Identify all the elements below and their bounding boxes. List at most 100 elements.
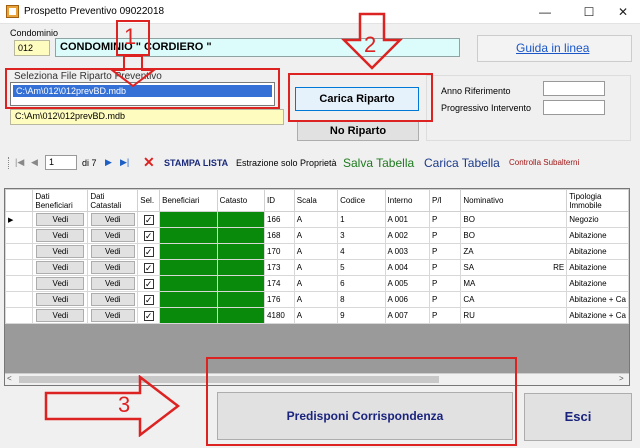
vedi-beneficiari-button[interactable]: Vedi <box>36 309 85 322</box>
tipologia-cell: Abitazione <box>566 275 629 292</box>
select-checkbox[interactable]: ✓ <box>143 278 154 289</box>
no-riparto-button[interactable]: No Riparto <box>297 121 419 141</box>
scala-cell: A <box>293 307 339 324</box>
vedi-catastali-button[interactable]: Vedi <box>90 309 135 322</box>
controlla-subalterni-button[interactable]: Controlla Subalterni <box>509 158 579 167</box>
close-button[interactable]: ✕ <box>608 0 638 24</box>
scala-cell: A <box>293 227 339 244</box>
table-row[interactable]: ▶ Vedi Vedi ✓ 166 A 1 A 001 P BO Negozio <box>5 211 629 228</box>
nominativo-text: RU <box>463 311 475 320</box>
col-sel[interactable]: Sel. <box>137 189 161 212</box>
esci-button[interactable]: Esci <box>524 393 632 441</box>
vedi-catastali-button[interactable]: Vedi <box>90 277 135 290</box>
codice-cell: 4 <box>337 243 386 260</box>
interno-cell: A 005 <box>384 275 430 292</box>
catasto-cell <box>216 211 266 228</box>
select-checkbox[interactable]: ✓ <box>143 230 154 241</box>
page-input[interactable]: 1 <box>45 155 77 170</box>
vedi-catastali-button[interactable]: Vedi <box>90 245 135 258</box>
last-page-icon[interactable]: ▶| <box>120 157 129 168</box>
sel-cell: ✓ <box>137 259 161 276</box>
select-checkbox[interactable]: ✓ <box>143 246 154 257</box>
vedi-beneficiari-button[interactable]: Vedi <box>36 213 85 226</box>
dati-catastali-cell: Vedi <box>87 259 139 276</box>
estrazione-button[interactable]: Estrazione solo Proprietà <box>236 158 337 168</box>
nominativo-text: BO <box>463 231 475 240</box>
col-scala[interactable]: Scala <box>293 189 339 212</box>
first-page-icon[interactable]: |◀ <box>15 157 24 168</box>
catasto-cell <box>216 227 266 244</box>
dati-beneficiari-cell: Vedi <box>32 259 89 276</box>
col-dati-catastali[interactable]: Dati Catastali <box>87 189 139 212</box>
stampa-lista-button[interactable]: STAMPA LISTA <box>164 158 228 168</box>
next-page-icon[interactable]: ▶ <box>105 157 112 168</box>
table-row[interactable]: Vedi Vedi ✓ 170 A 4 A 003 P ZA Abitazione <box>5 243 629 260</box>
prev-page-icon[interactable]: ◀ <box>31 157 38 168</box>
dati-beneficiari-cell: Vedi <box>32 227 89 244</box>
vedi-beneficiari-button[interactable]: Vedi <box>36 277 85 290</box>
sel-cell: ✓ <box>137 211 161 228</box>
codice-cell: 5 <box>337 259 386 276</box>
select-checkbox[interactable]: ✓ <box>143 294 154 305</box>
col-nominativo[interactable]: Nominativo <box>460 189 568 212</box>
vedi-beneficiari-button[interactable]: Vedi <box>36 261 85 274</box>
vedi-beneficiari-button[interactable]: Vedi <box>36 293 85 306</box>
scroll-right-icon[interactable]: > <box>619 374 624 383</box>
row-selector[interactable] <box>5 227 34 244</box>
col-dati-beneficiari[interactable]: Dati Beneficiari <box>32 189 89 212</box>
row-selector[interactable] <box>5 259 34 276</box>
id-cell: 176 <box>264 291 295 308</box>
dati-beneficiari-cell: Vedi <box>32 275 89 292</box>
vedi-catastali-button[interactable]: Vedi <box>90 293 135 306</box>
select-checkbox[interactable]: ✓ <box>143 214 154 225</box>
col-beneficiari[interactable]: Beneficiari <box>159 189 218 212</box>
salva-tabella-button[interactable]: Salva Tabella <box>343 156 414 170</box>
id-cell: 168 <box>264 227 295 244</box>
maximize-button[interactable]: ☐ <box>574 0 604 24</box>
col-codice[interactable]: Codice <box>337 189 386 212</box>
scroll-left-icon[interactable]: < <box>7 374 12 383</box>
title-bar: Prospetto Preventivo 09022018 — ☐ ✕ <box>0 0 640 24</box>
col-interno[interactable]: Interno <box>384 189 430 212</box>
page-count: di 7 <box>82 158 97 168</box>
minimize-button[interactable]: — <box>530 0 560 24</box>
file-path-field: C:\Am\012\012prevBD.mdb <box>10 109 284 125</box>
dati-catastali-cell: Vedi <box>87 211 139 228</box>
row-selector-icon[interactable]: ▶ <box>5 211 34 228</box>
vedi-catastali-button[interactable]: Vedi <box>90 261 135 274</box>
nominativo-cell: ZA <box>460 243 568 260</box>
anno-input[interactable] <box>543 81 605 96</box>
select-checkbox[interactable]: ✓ <box>143 310 154 321</box>
col-catasto[interactable]: Catasto <box>216 189 266 212</box>
row-selector[interactable] <box>5 275 34 292</box>
tipologia-cell: Negozio <box>566 211 629 228</box>
col-pi[interactable]: P/I <box>428 189 462 212</box>
table-row[interactable]: Vedi Vedi ✓ 173 A 5 A 004 P SA RE Abitazione <box>5 259 629 276</box>
nominativo-text: SA <box>463 263 475 272</box>
table-row[interactable]: Vedi Vedi ✓ 168 A 3 A 002 P BO Abitazione <box>5 227 629 244</box>
table-row[interactable]: Vedi Vedi ✓ 4180 A 9 A 007 P RU Abitazione + Ca <box>5 307 629 324</box>
dati-beneficiari-cell: Vedi <box>32 211 89 228</box>
beneficiari-cell <box>159 259 218 276</box>
table-row[interactable]: Vedi Vedi ✓ 174 A 6 A 005 P MA Abitazione <box>5 275 629 292</box>
col-tipologia[interactable]: Tipologia Immobile <box>566 189 629 212</box>
col-id[interactable]: ID <box>264 189 295 212</box>
interno-cell: A 007 <box>384 307 430 324</box>
delete-icon[interactable]: ✕ <box>143 154 155 171</box>
row-selector[interactable] <box>5 243 34 260</box>
carica-tabella-button[interactable]: Carica Tabella <box>424 156 500 170</box>
vedi-catastali-button[interactable]: Vedi <box>90 213 135 226</box>
vedi-catastali-button[interactable]: Vedi <box>90 229 135 242</box>
row-selector[interactable] <box>5 307 34 324</box>
interno-cell: A 003 <box>384 243 430 260</box>
select-checkbox[interactable]: ✓ <box>143 262 154 273</box>
interno-cell: A 001 <box>384 211 430 228</box>
condominio-code-field[interactable]: 012 <box>14 40 50 56</box>
vedi-beneficiari-button[interactable]: Vedi <box>36 245 85 258</box>
nominativo-text: MA <box>463 279 476 288</box>
vedi-beneficiari-button[interactable]: Vedi <box>36 229 85 242</box>
table-row[interactable]: Vedi Vedi ✓ 176 A 8 A 006 P CA Abitazione + Ca <box>5 291 629 308</box>
progressivo-input[interactable] <box>543 100 605 115</box>
row-selector[interactable] <box>5 291 34 308</box>
help-link[interactable]: Guida in linea <box>516 41 589 55</box>
